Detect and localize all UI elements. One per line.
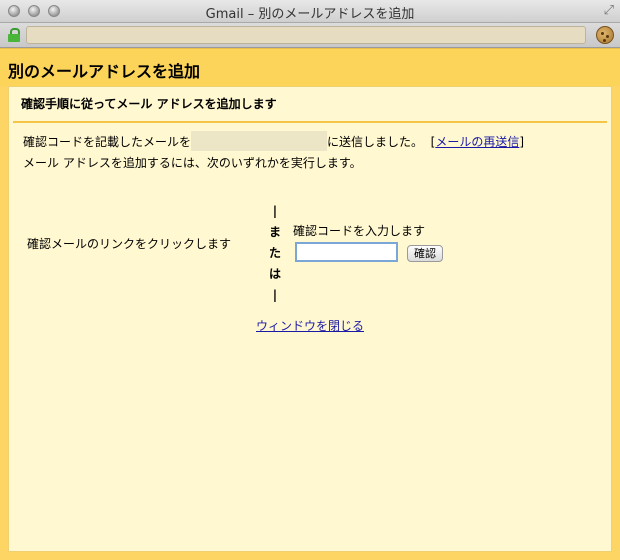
option-click-link-text: 確認メールのリンクをクリックします	[27, 237, 232, 251]
resend-email-link[interactable]: メールの再送信	[435, 135, 519, 149]
or-bar-bottom: |	[272, 288, 278, 302]
or-separator: | ま た は |	[267, 201, 283, 306]
close-window-link-row: ウィンドウを閉じる	[9, 317, 611, 334]
resize-arrows-icon[interactable]: ⤢	[604, 3, 614, 18]
verification-subheading: 確認手順に従ってメール アドレスを追加します	[21, 97, 277, 111]
or-char-1: ま	[268, 225, 281, 239]
cookie-icon[interactable]	[596, 26, 614, 44]
separator-line	[13, 121, 607, 123]
sent-message-prefix: 確認コードを記載したメールを	[23, 135, 192, 149]
page-content: 別のメールアドレスを追加 確認手順に従ってメール アドレスを追加します 確認コー…	[0, 48, 620, 560]
or-char-3: は	[268, 267, 281, 281]
instruction-text: メール アドレスを追加するには、次のいずれかを実行します。	[23, 156, 362, 170]
page-header: 別のメールアドレスを追加	[0, 48, 620, 86]
lock-icon	[8, 28, 20, 42]
window-titlebar: Gmail – 別のメールアドレスを追加 ⤢	[0, 0, 620, 23]
window-title: Gmail – 別のメールアドレスを追加	[205, 7, 415, 22]
redacted-email	[191, 130, 328, 151]
page-title: 別のメールアドレスを追加	[8, 62, 201, 81]
verification-code-input[interactable]	[295, 242, 398, 262]
verification-panel: 確認手順に従ってメール アドレスを追加します 確認コードを記載したメールを に送信…	[8, 86, 612, 552]
sent-message: 確認コードを記載したメールを に送信しました。 [メールの再送信]	[23, 130, 525, 151]
or-char-2: た	[268, 246, 281, 260]
url-field[interactable]	[26, 26, 586, 44]
address-bar	[0, 23, 620, 48]
close-window-link[interactable]: ウィンドウを閉じる	[256, 319, 364, 333]
option-enter-code-text: 確認コードを入力します	[293, 224, 426, 238]
bracket-close: ]	[519, 135, 525, 149]
sent-message-suffix: に送信しました。	[327, 135, 424, 149]
confirm-button[interactable]: 確認	[407, 245, 443, 262]
or-bar-top: |	[272, 204, 278, 218]
